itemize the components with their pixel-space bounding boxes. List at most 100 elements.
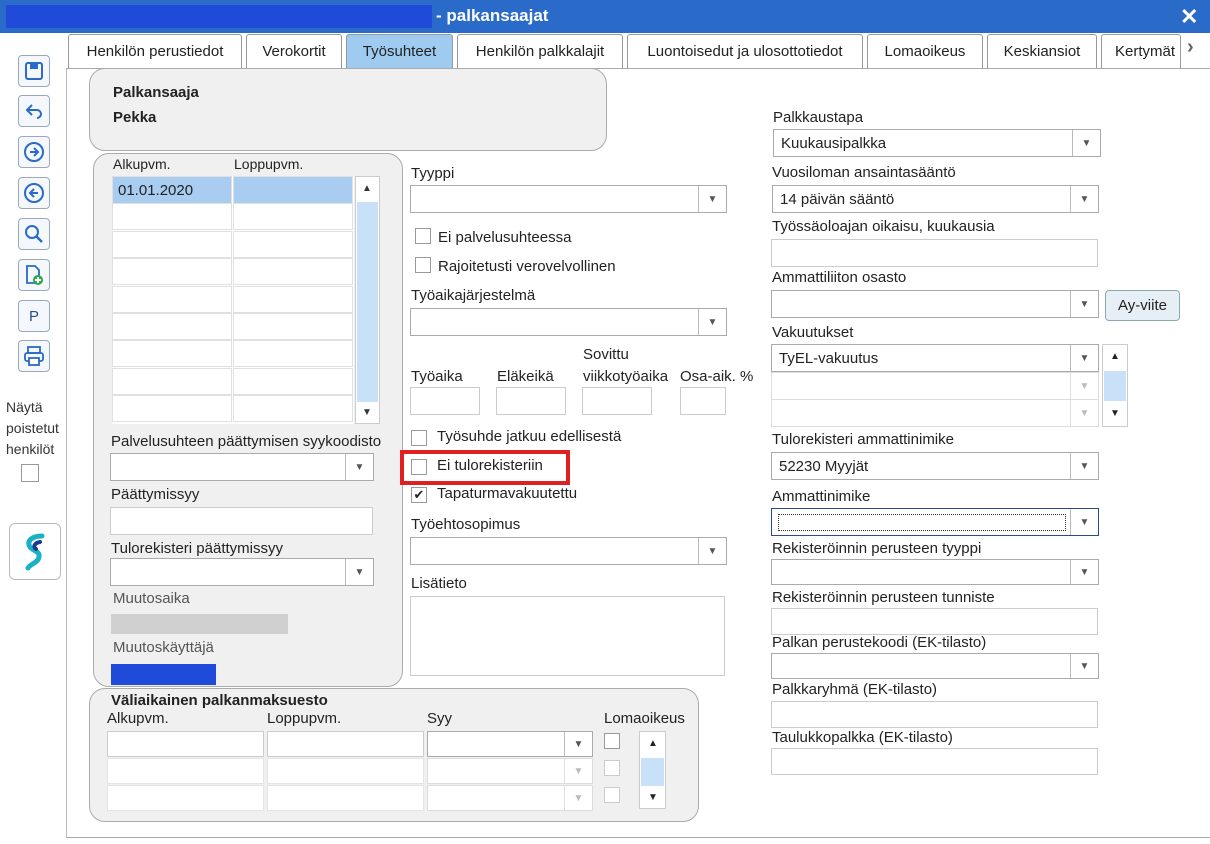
empty-grid-cell[interactable]: [233, 230, 353, 258]
temp-date-input[interactable]: [107, 785, 264, 811]
empty-grid-cell[interactable]: [112, 230, 232, 258]
chevron-down-icon: ▼: [1070, 291, 1098, 317]
empty-grid-cell[interactable]: [233, 367, 353, 395]
window-title: - palkansaajat: [436, 6, 549, 25]
ir-occupation-select[interactable]: 52230 Myyjät ▼: [771, 452, 1099, 480]
scroll-up-icon[interactable]: ▲: [362, 183, 372, 194]
agreed-hours-input[interactable]: [582, 387, 652, 415]
holiday-adjust-input[interactable]: [771, 239, 1098, 267]
tab-kertymat[interactable]: Kertymät: [1101, 34, 1181, 68]
collective-agreement-select[interactable]: ▼: [410, 537, 727, 565]
empty-grid-cell[interactable]: [233, 285, 353, 313]
tab-palkkalajit[interactable]: Henkilön palkkalajit: [457, 34, 623, 68]
temp-holiday-checkbox[interactable]: [604, 760, 620, 776]
accident-insured-checkbox[interactable]: ✔: [411, 487, 427, 503]
no-income-register-checkbox[interactable]: [411, 459, 427, 475]
temp-col-reason: Syy: [427, 710, 453, 727]
parttime-input[interactable]: [680, 387, 726, 415]
scroll-up-icon[interactable]: ▲: [1110, 351, 1120, 362]
undo-icon[interactable]: [18, 95, 50, 127]
ay-reference-button[interactable]: Ay-viite: [1105, 290, 1180, 321]
scroll-thumb[interactable]: [357, 202, 378, 402]
temp-holiday-checkbox[interactable]: [604, 733, 620, 749]
employment-scrollbar[interactable]: ▲ ▼: [355, 176, 380, 424]
scroll-up-icon[interactable]: ▲: [648, 738, 658, 749]
forward-icon[interactable]: [18, 136, 50, 168]
tab-lomaoikeus[interactable]: Lomaoikeus: [867, 34, 983, 68]
end-reason-code-select[interactable]: ▼: [110, 453, 374, 481]
search-icon[interactable]: [18, 218, 50, 250]
occupation-select[interactable]: ▼: [771, 508, 1099, 536]
pay-code-select[interactable]: ▼: [771, 653, 1099, 679]
chevron-right-icon[interactable]: ›: [1187, 36, 1194, 59]
empty-grid-cell[interactable]: [112, 313, 232, 340]
empty-grid-cell[interactable]: [112, 367, 232, 395]
temp-reason-select[interactable]: ▼: [427, 785, 593, 811]
worktime-input[interactable]: [410, 387, 480, 415]
temp-date-input[interactable]: [107, 731, 264, 757]
empty-grid-cell[interactable]: [233, 313, 353, 340]
app-logo-icon[interactable]: [9, 523, 61, 580]
table-pay-input[interactable]: [771, 748, 1098, 775]
pay-group-input[interactable]: [771, 701, 1098, 728]
empty-grid-cell[interactable]: [112, 258, 232, 286]
scroll-down-icon[interactable]: ▼: [648, 792, 658, 803]
reg-basis-id-input[interactable]: [771, 608, 1098, 635]
insurance-select-3[interactable]: ▼: [771, 399, 1099, 427]
insurance-scrollbar[interactable]: ▲ ▼: [1102, 344, 1128, 427]
limited-tax-checkbox[interactable]: [415, 257, 431, 273]
empty-grid-cell[interactable]: [112, 395, 232, 423]
pay-method-select[interactable]: Kuukausipalkka ▼: [773, 129, 1101, 157]
row-start-cell[interactable]: 01.01.2020: [112, 176, 232, 204]
insurance-select-2[interactable]: ▼: [771, 372, 1099, 400]
additional-info-textarea[interactable]: [410, 596, 725, 676]
p-button[interactable]: P: [18, 300, 50, 332]
tab-perustiedot[interactable]: Henkilön perustiedot: [68, 34, 242, 68]
temp-date-input[interactable]: [267, 785, 424, 811]
reg-basis-type-select[interactable]: ▼: [771, 559, 1099, 585]
worktime-system-label: Työaikajärjestelmä: [411, 287, 536, 304]
tab-verokortit[interactable]: Verokortit: [246, 34, 342, 68]
empty-grid-cell[interactable]: [112, 340, 232, 368]
worktime-system-select[interactable]: ▼: [410, 308, 727, 336]
temp-date-input[interactable]: [267, 758, 424, 784]
row-end-cell[interactable]: [233, 176, 353, 204]
temp-date-input[interactable]: [267, 731, 424, 757]
empty-grid-cell[interactable]: [233, 258, 353, 286]
union-select[interactable]: ▼: [771, 290, 1099, 318]
ir-end-reason-select[interactable]: ▼: [110, 558, 374, 586]
empty-grid-cell[interactable]: [233, 203, 353, 231]
tab-tyosuhteet[interactable]: Työsuhteet: [346, 34, 453, 68]
temp-scrollbar[interactable]: ▲ ▼: [639, 731, 666, 809]
end-reason-input[interactable]: [110, 507, 373, 535]
temp-reason-select[interactable]: ▼: [427, 758, 593, 784]
scroll-down-icon[interactable]: ▼: [1110, 408, 1120, 419]
scroll-thumb[interactable]: [1104, 371, 1126, 401]
continues-checkbox[interactable]: [411, 430, 427, 446]
temp-holiday-checkbox[interactable]: [604, 787, 620, 803]
empty-grid-cell[interactable]: [112, 285, 232, 313]
print-icon[interactable]: [18, 340, 50, 372]
show-deleted-checkbox[interactable]: [21, 464, 39, 482]
empty-grid-cell[interactable]: [233, 340, 353, 368]
new-document-icon[interactable]: [18, 259, 50, 291]
close-icon[interactable]: ✕: [1180, 4, 1198, 30]
pay-method-value: Kuukausipalkka: [781, 134, 887, 152]
tab-keskiansiot[interactable]: Keskiansiot: [987, 34, 1097, 68]
temp-reason-select[interactable]: ▼: [427, 731, 593, 757]
checkmark-icon: ✔: [413, 487, 425, 502]
empty-grid-cell[interactable]: [112, 203, 232, 231]
back-icon[interactable]: [18, 177, 50, 209]
type-select[interactable]: ▼: [410, 185, 727, 213]
scroll-down-icon[interactable]: ▼: [362, 407, 372, 418]
insurance-select-1[interactable]: TyEL-vakuutus ▼: [771, 344, 1099, 372]
save-icon[interactable]: [18, 55, 50, 87]
pay-method-label: Palkkaustapa: [773, 109, 864, 126]
temp-date-input[interactable]: [107, 758, 264, 784]
scroll-thumb[interactable]: [641, 758, 664, 786]
retirement-age-input[interactable]: [496, 387, 566, 415]
empty-grid-cell[interactable]: [233, 395, 353, 423]
not-employed-checkbox[interactable]: [415, 228, 431, 244]
tab-luontoisedut[interactable]: Luontoisedut ja ulosottotiedot: [627, 34, 863, 68]
holiday-rule-select[interactable]: 14 päivän sääntö ▼: [772, 185, 1099, 213]
